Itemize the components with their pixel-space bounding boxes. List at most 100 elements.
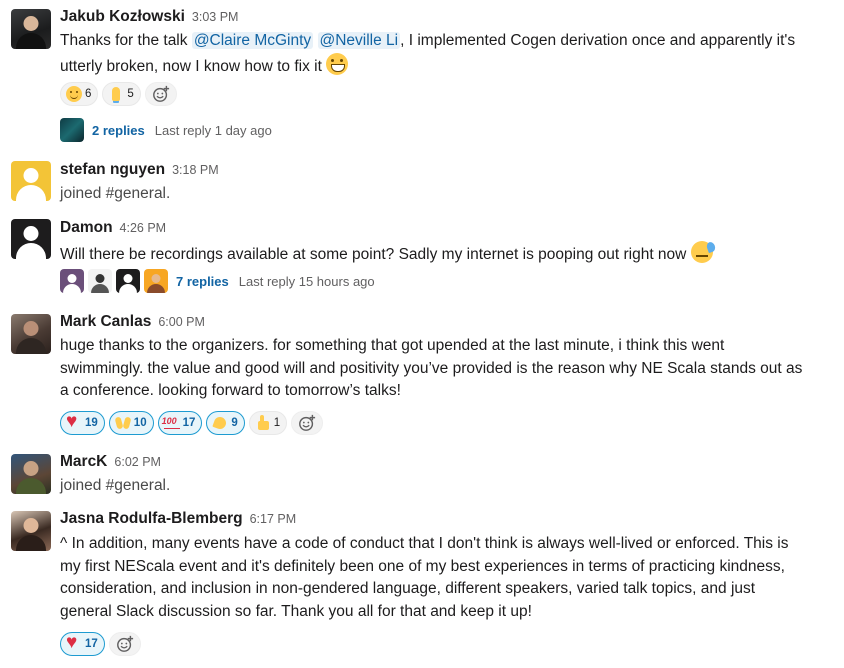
hundred-points-icon [162,415,180,431]
author-name[interactable]: Jakub Kozłowski [60,8,185,25]
heart-icon [66,632,82,654]
reaction-slightly-smiling-face[interactable]: 6 [60,82,99,106]
avatar-stefan[interactable] [11,161,51,201]
timestamp[interactable]: 6:00 PM [158,315,205,329]
thread-avatar [60,118,84,142]
message-text-line1-end: , I implemented Cogen derivation once an… [400,32,796,49]
reaction-thumbsup[interactable]: 1 [248,411,288,435]
avatar-damon[interactable] [11,219,51,259]
avatar-body-shape [16,338,46,354]
thread-avatar-body-shape [63,284,81,293]
avatar-marck[interactable] [11,454,51,494]
thread-avatar-head-shape [123,274,133,283]
mention-neville[interactable]: @Neville Li [317,32,401,49]
thread-avatar-body-shape [147,284,165,293]
message-header: MarcK 6:02 PM [60,453,161,471]
message-line: a conference. looking forward to tomorro… [60,382,401,399]
avatar-head-shape [23,321,39,336]
add-reaction-button[interactable] [144,82,177,106]
reaction-100[interactable]: 17 [157,411,203,435]
thread-avatar [116,269,140,293]
last-reply-text: Last reply 15 hours ago [238,273,375,289]
add-emoji-icon [152,85,169,102]
message-text: Will there be recordings available at so… [60,241,836,267]
avatar-head-shape [23,16,39,31]
timestamp[interactable]: 4:26 PM [120,221,167,235]
thread-avatar-head-shape [67,274,77,283]
raised-hands-icon [115,415,131,431]
timestamp[interactable]: 3:18 PM [172,163,219,177]
avatar-jasna[interactable] [11,511,51,551]
reaction-count: 1 [273,417,281,429]
replies-link[interactable]: 7 replies [176,274,229,289]
message-line: swimmingly. the value and good will and … [60,359,803,377]
message-text-start: Thanks for the talk [60,32,192,49]
reaction-count: 9 [231,417,238,429]
timestamp[interactable]: 6:17 PM [250,512,297,526]
heart-icon [66,411,82,433]
thread-avatar-body-shape [91,284,109,293]
add-reaction-button[interactable] [108,632,141,656]
author-name[interactable]: Damon [60,219,113,236]
reaction-folded-hands[interactable]: 5 [102,82,141,106]
mention-claire[interactable]: @Claire McGinty [191,32,314,49]
thread-summary[interactable]: 2 replies Last reply 1 day ago [60,118,272,142]
message-text: ^ In addition, many events have a code o… [60,533,836,623]
slightly-smiling-face-icon [66,86,82,102]
thread-avatar [60,269,84,293]
message-text-body: Will there be recordings available at so… [60,246,691,263]
avatar-head-shape [23,226,39,241]
reaction-bar: 19 10 17 9 1 [60,411,324,435]
replies-link[interactable]: 2 replies [92,123,145,138]
reaction-heart[interactable]: 19 [60,411,105,435]
reaction-count: 10 [133,417,147,429]
avatar-head-shape [23,461,39,476]
avatar-body-shape [16,535,46,551]
reaction-raised-hands[interactable]: 10 [108,411,154,435]
grinning-face-icon [326,52,349,75]
reaction-count: 5 [127,88,134,100]
message-header: Jasna Rodulfa-Blemberg 6:17 PM [60,510,296,528]
reaction-heart[interactable]: 17 [60,632,105,656]
author-name[interactable]: stefan nguyen [60,161,165,178]
avatar-mark-canlas[interactable] [11,314,51,354]
reaction-bar: 6 5 [60,82,177,106]
message-line: huge thanks to the organizers. for somet… [60,337,725,354]
avatar-body-shape [16,33,46,49]
author-name[interactable]: Mark Canlas [60,313,151,330]
message-line: general Slack discussion so far. Thank y… [60,602,532,620]
folded-hands-icon [108,86,124,102]
last-reply-text: Last reply 1 day ago [154,122,272,138]
message-text: joined #general. [60,185,171,202]
clapping-hands-icon [212,415,228,431]
message-header: Jakub Kozłowski 3:03 PM [60,8,238,26]
avatar-body-shape [16,243,46,259]
message-text-line2: utterly broken, now I know how to fix it [60,57,327,75]
add-reaction-button[interactable] [291,411,324,435]
reaction-count: 17 [182,417,196,429]
message-text: Thanks for the talk @Claire McGinty @Nev… [60,30,836,78]
thumbs-up-icon [255,415,271,431]
message-text: huge thanks to the organizers. for somet… [60,335,836,403]
add-emoji-icon [116,635,133,652]
reaction-clap[interactable]: 9 [206,411,245,435]
timestamp[interactable]: 3:03 PM [192,10,239,24]
author-name[interactable]: Jasna Rodulfa-Blemberg [60,510,243,527]
thread-summary[interactable]: 7 replies Last reply 15 hours ago [60,269,375,293]
avatar-head-shape [23,518,39,533]
avatar-body-shape [16,478,46,494]
add-emoji-icon [299,414,316,431]
thread-avatar [144,269,168,293]
avatar-head-shape [23,168,39,183]
thread-avatar-head-shape [95,274,105,283]
avatar-jakub[interactable] [11,9,51,49]
message-line: ^ In addition, many events have a code o… [60,535,789,552]
timestamp[interactable]: 6:02 PM [114,455,161,469]
message-header: Mark Canlas 6:00 PM [60,313,205,331]
downcast-face-with-sweat-icon [690,241,713,263]
message-line: my first NEScala event and it's definite… [60,557,785,575]
message-text: joined #general. [60,477,171,494]
author-name[interactable]: MarcK [60,453,107,470]
message-line: consideration, and inclusion in non-gend… [60,580,756,597]
reaction-bar: 17 [60,632,141,656]
